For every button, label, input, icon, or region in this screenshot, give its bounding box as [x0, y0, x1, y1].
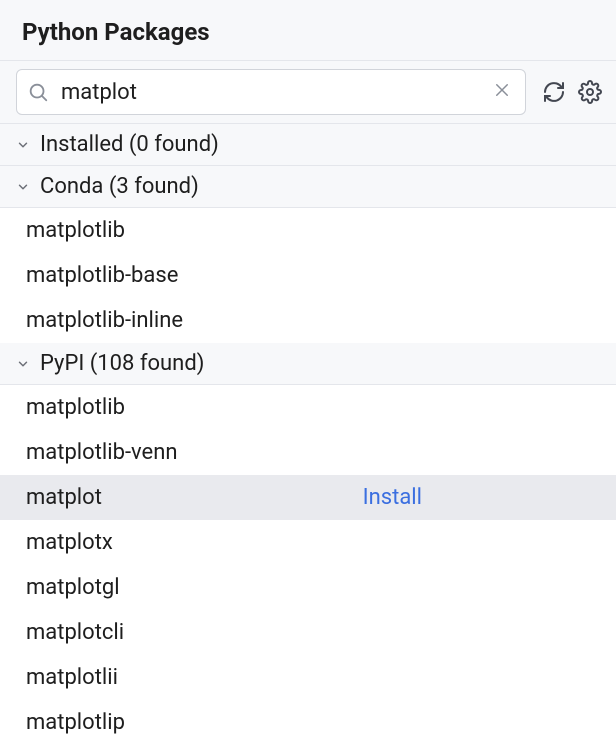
- section-header-pypi[interactable]: PyPI (108 found): [0, 343, 616, 385]
- search-box[interactable]: [16, 69, 526, 115]
- package-name: matplotlib-inline: [26, 304, 183, 337]
- section-label: Conda (3 found): [40, 174, 199, 199]
- chevron-down-icon: [14, 357, 32, 371]
- section-label: Installed (0 found): [40, 132, 219, 157]
- toolbar-icons: [536, 80, 616, 104]
- conda-items: matplotlib matplotlib-base matplotlib-in…: [0, 208, 616, 343]
- section-label: PyPI (108 found): [40, 351, 204, 376]
- package-item[interactable]: matplotlib: [0, 208, 616, 253]
- package-name: matplotcli: [26, 616, 124, 649]
- package-item[interactable]: matplotlib-venn: [0, 430, 616, 475]
- search-row: [0, 61, 616, 124]
- package-name: matplotx: [26, 526, 113, 559]
- package-item[interactable]: matplotcli: [0, 610, 616, 655]
- package-name: matplotlib: [26, 214, 125, 247]
- chevron-down-icon: [14, 180, 32, 194]
- clear-search-icon[interactable]: [489, 80, 515, 105]
- search-icon: [27, 81, 49, 103]
- package-item[interactable]: matplotlip: [0, 700, 616, 745]
- section-header-installed[interactable]: Installed (0 found): [0, 124, 616, 166]
- refresh-icon[interactable]: [542, 80, 566, 104]
- panel-title: Python Packages: [0, 0, 616, 61]
- search-input[interactable]: [61, 80, 489, 105]
- package-item[interactable]: matplotlib-inline: [0, 298, 616, 343]
- pypi-items: matplotlib matplotlib-venn matplot Insta…: [0, 385, 616, 745]
- section-header-conda[interactable]: Conda (3 found): [0, 166, 616, 208]
- package-name: matplotlii: [26, 661, 118, 694]
- chevron-down-icon: [14, 138, 32, 152]
- package-item[interactable]: matplotlib-base: [0, 253, 616, 298]
- package-name: matplotlib-venn: [26, 436, 178, 469]
- package-item-selected[interactable]: matplot Install: [0, 475, 616, 520]
- package-item[interactable]: matplotlib: [0, 385, 616, 430]
- package-name: matplotgl: [26, 571, 120, 604]
- package-name: matplotlib: [26, 391, 125, 424]
- settings-icon[interactable]: [578, 80, 602, 104]
- package-name: matplotlib-base: [26, 259, 178, 292]
- package-item[interactable]: matplotgl: [0, 565, 616, 610]
- package-item[interactable]: matplotlii: [0, 655, 616, 700]
- package-item[interactable]: matplotx: [0, 520, 616, 565]
- package-name: matplot: [26, 481, 102, 514]
- install-button[interactable]: Install: [363, 481, 422, 514]
- package-name: matplotlip: [26, 706, 125, 739]
